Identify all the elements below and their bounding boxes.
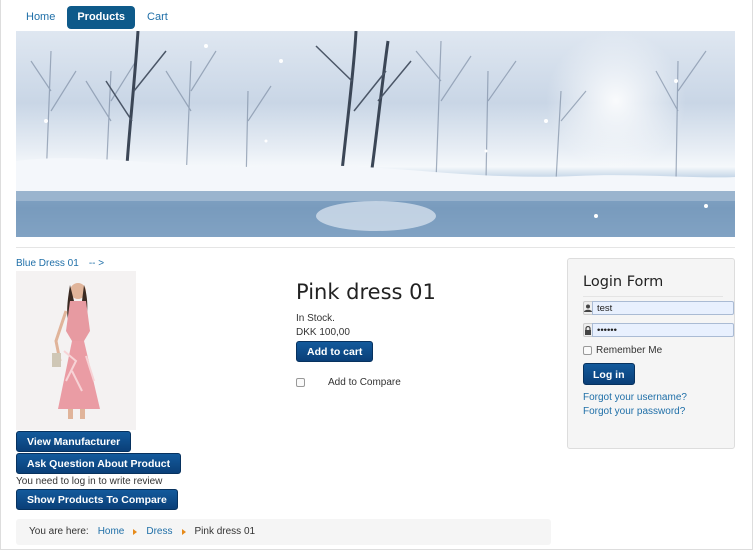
lock-icon (583, 323, 592, 337)
header-banner-image (16, 31, 735, 237)
login-button[interactable]: Log in (583, 363, 635, 385)
breadcrumb-prefix: You are here: (29, 526, 89, 537)
product-title: Pink dress 01 (296, 280, 436, 304)
breadcrumb-arrow-icon (133, 529, 138, 535)
stock-status: In Stock. (296, 313, 335, 324)
remember-checkbox[interactable] (583, 346, 592, 355)
breadcrumb-arrow-icon (181, 529, 186, 535)
login-title: Login Form (583, 274, 664, 290)
forgot-username-link[interactable]: Forgot your username? (583, 392, 687, 403)
view-manufacturer-button[interactable]: View Manufacturer (16, 431, 132, 452)
product-pagination: Blue Dress 01 -- > (16, 258, 104, 269)
breadcrumb: You are here: Home Dress Pink dress 01 (16, 519, 551, 545)
forgot-password-link[interactable]: Forgot your password? (583, 406, 685, 417)
review-note: You need to log in to write review (16, 476, 163, 487)
product-image[interactable] (16, 271, 136, 430)
next-product-link[interactable]: -- > (89, 258, 104, 269)
user-icon (583, 301, 592, 315)
password-field-group (583, 323, 734, 337)
compare-option: Add to Compare (296, 377, 401, 388)
breadcrumb-current: Pink dress 01 (194, 526, 256, 537)
nav-cart[interactable]: Cart (137, 6, 178, 29)
prev-product-link[interactable]: Blue Dress 01 (16, 258, 79, 269)
ask-question-button[interactable]: Ask Question About Product (16, 453, 182, 474)
show-compare-button[interactable]: Show Products To Compare (16, 489, 178, 510)
divider (16, 247, 735, 248)
remember-me: Remember Me (583, 345, 662, 356)
nav-products[interactable]: Products (67, 6, 136, 29)
main-nav: Home Products Cart (16, 6, 178, 29)
remember-label[interactable]: Remember Me (596, 345, 662, 356)
username-input[interactable] (592, 301, 734, 315)
username-field-group (583, 301, 734, 315)
login-form: Login Form Remember Me Log in Forgot you… (567, 258, 735, 449)
breadcrumb-dress[interactable]: Dress (146, 519, 172, 545)
password-input[interactable] (592, 323, 734, 337)
compare-checkbox[interactable] (296, 378, 305, 387)
compare-label[interactable]: Add to Compare (328, 377, 401, 388)
breadcrumb-home[interactable]: Home (98, 519, 125, 545)
product-price: DKK 100,00 (296, 327, 350, 338)
add-to-cart-button[interactable]: Add to cart (296, 341, 374, 362)
login-divider (583, 296, 723, 297)
nav-home[interactable]: Home (16, 6, 65, 29)
